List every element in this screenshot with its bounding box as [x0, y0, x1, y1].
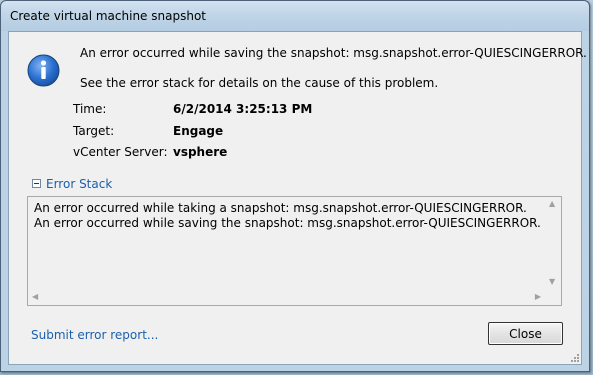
error-stack-line: An error occurred while saving the snaps…	[34, 216, 541, 230]
collapse-icon[interactable]	[32, 179, 41, 188]
close-button[interactable]: Close	[488, 322, 563, 345]
scroll-left-icon[interactable]: ◀	[32, 293, 38, 301]
info-icon	[27, 54, 60, 87]
window-title: Create virtual machine snapshot	[10, 9, 206, 23]
horizontal-scrollbar[interactable]: ◀ ▶	[28, 289, 545, 305]
time-label: Time:	[73, 102, 107, 116]
target-label: Target:	[73, 124, 115, 138]
vcenter-server-label: vCenter Server:	[73, 145, 168, 159]
target-value: Engage	[173, 124, 224, 138]
error-stack-toggle[interactable]: Error Stack	[46, 177, 112, 191]
error-stack-textbox[interactable]: An error occurred while taking a snapsho…	[27, 196, 562, 306]
title-bar[interactable]: Create virtual machine snapshot	[1, 1, 589, 31]
scrollbar-corner	[545, 289, 561, 305]
vcenter-server-value: vsphere	[173, 145, 228, 159]
resize-grip-icon[interactable]	[569, 352, 579, 362]
scroll-right-icon[interactable]: ▶	[535, 293, 541, 301]
vertical-scrollbar[interactable]: ▲ ▼	[545, 197, 561, 289]
submit-error-report-link[interactable]: Submit error report...	[31, 328, 158, 342]
error-message: An error occurred while saving the snaps…	[80, 46, 587, 60]
dialog-content: An error occurred while saving the snaps…	[8, 31, 587, 365]
error-dialog: Create virtual machine snapshot An error…	[0, 0, 590, 372]
error-stack-text: An error occurred while taking a snapsho…	[34, 201, 541, 231]
scroll-down-icon[interactable]: ▼	[549, 278, 555, 286]
error-stack-line: An error occurred while taking a snapsho…	[34, 201, 527, 215]
error-hint: See the error stack for details on the c…	[80, 76, 439, 90]
time-value: 6/2/2014 3:25:13 PM	[173, 102, 313, 116]
scroll-up-icon[interactable]: ▲	[549, 200, 555, 208]
